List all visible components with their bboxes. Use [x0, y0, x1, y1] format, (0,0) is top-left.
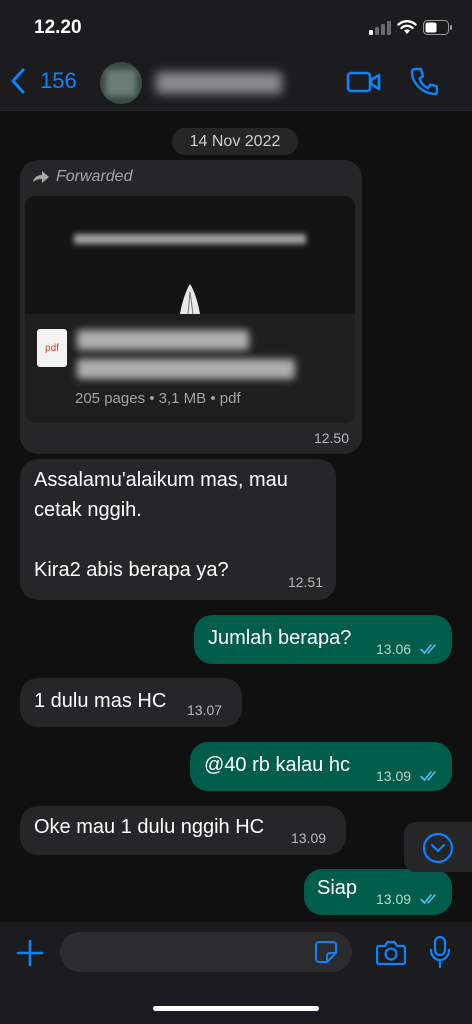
message-text: Jumlah berapa?	[208, 627, 352, 649]
message-time: 13.07	[187, 702, 223, 718]
pdf-file-icon: pdf	[37, 329, 67, 367]
forwarded-document-bubble[interactable]: Forwarded pdf 205 pages • 3,1 MB • pdf 1…	[20, 160, 362, 454]
unread-count: 156	[40, 68, 77, 93]
message-time: 12.50	[313, 430, 349, 446]
read-receipt-icon	[420, 894, 436, 905]
message-text: 1 dulu mas HC	[34, 690, 167, 712]
document-preview	[25, 196, 355, 314]
status-time: 12.20	[34, 17, 82, 38]
outgoing-message[interactable]: Jumlah berapa? 13.06	[194, 615, 452, 664]
attach-plus-icon[interactable]	[16, 939, 44, 967]
video-call-icon[interactable]	[346, 68, 382, 96]
message-time: 13.09	[376, 891, 412, 907]
chat-header: 156	[0, 56, 472, 111]
message-text: Siap	[317, 877, 358, 899]
message-time: 13.09	[376, 768, 412, 784]
message-text: Oke mau 1 dulu nggih HC	[34, 816, 265, 838]
cellular-signal-icon	[369, 21, 391, 35]
read-receipt-icon	[420, 771, 436, 782]
scroll-to-bottom-button[interactable]	[404, 822, 472, 872]
document-attachment[interactable]: pdf 205 pages • 3,1 MB • pdf	[25, 196, 355, 423]
camera-icon[interactable]	[376, 938, 406, 966]
document-name-line1-redacted	[77, 330, 249, 350]
document-preview-figure	[180, 284, 200, 314]
battery-icon	[423, 20, 452, 35]
message-time: 13.06	[376, 641, 412, 657]
home-indicator	[153, 1006, 319, 1011]
forward-arrow-icon	[33, 171, 49, 183]
message-time: 13.09	[291, 830, 327, 846]
incoming-message[interactable]: 1 dulu mas HC 13.07	[20, 678, 242, 727]
date-separator: 14 Nov 2022	[172, 128, 298, 155]
chevron-down-circle-icon	[422, 832, 454, 864]
message-input[interactable]	[60, 932, 352, 972]
message-text: @40 rb kalau hc	[204, 754, 350, 776]
chevron-left-icon	[11, 68, 25, 94]
back-button[interactable]: 156	[10, 68, 77, 94]
compose-bar	[0, 922, 472, 1024]
wifi-icon	[397, 20, 417, 34]
sticker-icon[interactable]	[314, 940, 338, 964]
outgoing-message[interactable]: Siap 13.09	[304, 869, 452, 915]
forwarded-label: Forwarded	[32, 168, 132, 186]
chat-area[interactable]: 14 Nov 2022 Forwarded pdf 205 pages • 3,…	[0, 111, 472, 922]
incoming-message[interactable]: Oke mau 1 dulu nggih HC 13.09	[20, 806, 346, 855]
message-text: Assalamu'alaikum mas, mau cetak nggih. K…	[34, 469, 288, 581]
contact-name-redacted[interactable]	[156, 72, 282, 94]
document-meta: 205 pages • 3,1 MB • pdf	[75, 390, 241, 407]
read-receipt-icon	[420, 644, 436, 655]
incoming-message[interactable]: Assalamu'alaikum mas, mau cetak nggih. K…	[20, 459, 336, 600]
outgoing-message[interactable]: @40 rb kalau hc 13.09	[190, 742, 452, 791]
document-name-line2-redacted	[77, 359, 295, 379]
document-preview-text-redacted	[74, 234, 306, 244]
phone-call-icon[interactable]	[410, 66, 438, 96]
microphone-icon[interactable]	[430, 936, 450, 968]
status-bar: 12.20	[0, 0, 472, 56]
contact-avatar[interactable]	[100, 62, 142, 104]
message-time: 12.51	[287, 574, 323, 590]
